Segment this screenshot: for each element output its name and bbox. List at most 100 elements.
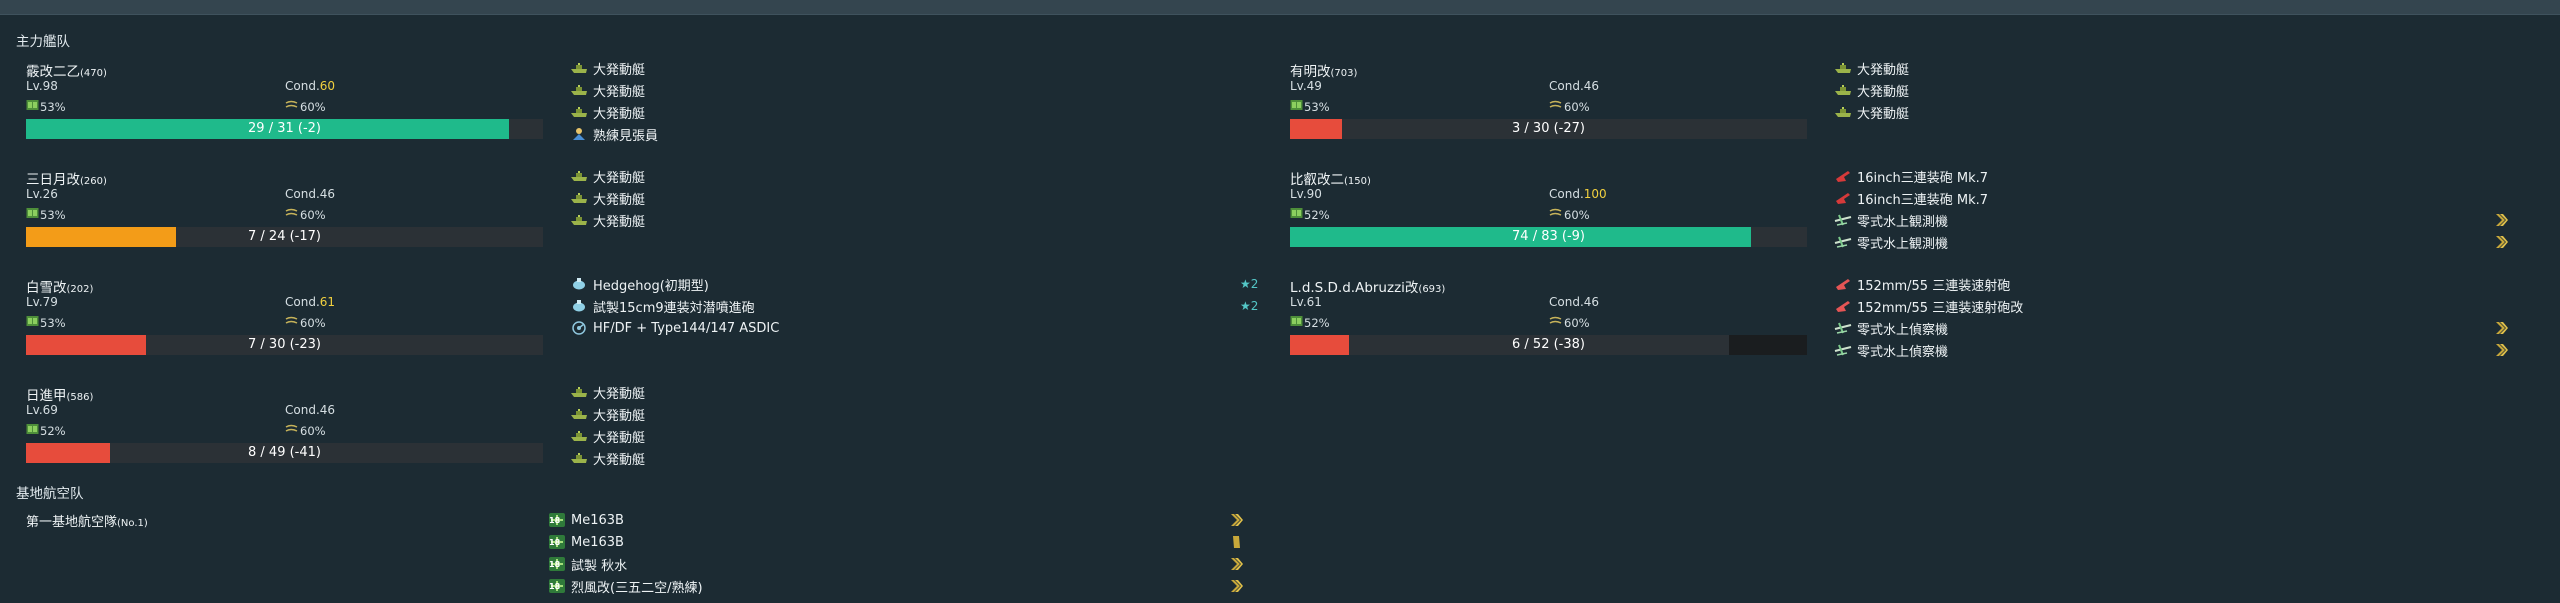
secondary-gun-icon — [1834, 299, 1852, 313]
land-fighter-icon: 18 — [548, 557, 566, 571]
equipment-slot[interactable]: 大発動艇 — [570, 426, 645, 446]
landing-craft-icon — [1834, 83, 1852, 97]
cond-value: 46 — [1583, 295, 1600, 309]
air-base-squadron[interactable]: 18 烈風改(三五二空/熟練) — [548, 576, 703, 596]
cond-label: Cond. — [1549, 295, 1584, 309]
fuel-status: 53% — [26, 315, 66, 330]
equipment-name: 零式水上観測機 — [1857, 214, 1949, 230]
landing-craft-icon — [570, 407, 588, 421]
equipment-slot[interactable]: 152mm/55 三連装速射砲 — [1834, 274, 2010, 294]
fuel-status: 53% — [26, 207, 66, 222]
ship-name-text: 白雪改 — [26, 280, 67, 296]
equipment-slot[interactable]: 零式水上偵察機 — [1834, 318, 1948, 338]
air-base-squadron[interactable]: 18 Me163B — [548, 510, 624, 530]
hp-bar: 7 / 24 (-17) — [26, 227, 543, 247]
equipment-slot[interactable]: 大発動艇 — [570, 448, 645, 468]
equipment-name: 烈風改(三五二空/熟練) — [571, 580, 703, 596]
fuel-status: 53% — [26, 99, 66, 114]
proficiency-chevron-icon — [1229, 535, 1243, 549]
ship-name[interactable]: 霰改二乙(470) — [26, 60, 107, 80]
ammo-status: 60% — [1549, 207, 1590, 222]
ship-level: Lv.69 — [26, 403, 58, 417]
fuel-icon — [26, 99, 39, 114]
ship-card: 霰改二乙(470) Lv.98 Cond.60 53% 60% 29 / 31 (-2) — [26, 60, 556, 155]
equipment-slot[interactable]: 大発動艇 — [1834, 58, 1909, 78]
ammo-status: 60% — [285, 423, 326, 438]
ship-condition: Cond.46 — [1549, 295, 1599, 309]
equipment-slot[interactable]: 大発動艇 — [570, 404, 645, 424]
air-base-squadron[interactable]: 18 Me163B — [548, 532, 624, 552]
equipment-slot[interactable]: 零式水上観測機 — [1834, 210, 1948, 230]
air-base-name[interactable]: 第一基地航空隊(No.1) — [26, 511, 148, 530]
equipment-slot[interactable]: 大発動艇 — [1834, 102, 1909, 122]
cond-value: 46 — [319, 187, 336, 201]
equipment-slot[interactable]: 大発動艇 — [570, 210, 645, 230]
squadron-count: 18 — [549, 516, 561, 525]
main-gun-icon — [1834, 191, 1852, 205]
ammo-icon — [1549, 315, 1562, 330]
cond-label: Cond. — [1549, 187, 1584, 201]
ship-name[interactable]: 有明改(703) — [1290, 60, 1357, 80]
equipment-slot[interactable]: Hedgehog(初期型) — [570, 274, 709, 294]
ship-card: L.d.S.D.d.Abruzzi改(693) Lv.61 Cond.46 52% 60… — [1290, 276, 1820, 371]
equipment-slot[interactable]: 16inch三連装砲 Mk.7 — [1834, 166, 1988, 186]
equipment-slot[interactable]: 零式水上偵察機 — [1834, 340, 1948, 360]
ammo-status: 60% — [285, 207, 326, 222]
equipment-slot[interactable]: 零式水上観測機 — [1834, 232, 1948, 252]
ammo-value: 60% — [1564, 207, 1590, 222]
cond-label: Cond. — [1549, 79, 1584, 93]
ship-name[interactable]: 日進甲(586) — [26, 384, 93, 404]
ship-id: (470) — [80, 68, 107, 79]
equipment-slot[interactable]: 試製15cm9連装対潜噴進砲 — [570, 296, 755, 316]
equipment-slot[interactable]: HF/DF + Type144/147 ASDIC — [570, 318, 779, 338]
seaplane-icon — [1834, 343, 1852, 357]
equipment-slot[interactable]: 大発動艇 — [570, 102, 645, 122]
equipment-name: HF/DF + Type144/147 ASDIC — [593, 320, 780, 336]
hp-text: 7 / 30 (-23) — [248, 337, 321, 352]
fuel-value: 53% — [40, 207, 66, 222]
hp-bar: 74 / 83 (-9) — [1290, 227, 1807, 247]
ship-level: Lv.49 — [1290, 79, 1322, 93]
ship-condition: Cond.61 — [285, 295, 335, 309]
equipment-slot[interactable]: 大発動艇 — [570, 80, 645, 100]
ship-card: 比叡改二(150) Lv.90 Cond.100 52% 60% 74 / 83 (-9) — [1290, 168, 1820, 263]
ship-name[interactable]: 三日月改(260) — [26, 168, 107, 188]
fuel-value: 53% — [1304, 99, 1330, 114]
equipment-name: 大発動艇 — [593, 452, 646, 468]
equipment-slot[interactable]: 16inch三連装砲 Mk.7 — [1834, 188, 1988, 208]
ship-name[interactable]: 白雪改(202) — [26, 276, 93, 296]
equipment-slot[interactable]: 大発動艇 — [570, 188, 645, 208]
hp-text: 74 / 83 (-9) — [1512, 229, 1585, 244]
proficiency-chevron-icon — [2494, 213, 2508, 227]
ship-id: (703) — [1330, 68, 1358, 79]
improvement-level: ★2 — [1240, 277, 1259, 291]
hp-text: 29 / 31 (-2) — [248, 121, 321, 136]
equipment-slot[interactable]: 熟練見張員 — [570, 124, 658, 144]
ammo-status: 60% — [1549, 99, 1590, 114]
equipment-slot[interactable]: 大発動艇 — [1834, 80, 1909, 100]
ammo-status: 60% — [1549, 315, 1590, 330]
ship-name-text: 日進甲 — [26, 388, 67, 404]
equipment-name: 大発動艇 — [593, 386, 646, 402]
equipment-slot[interactable]: 152mm/55 三連装速射砲改 — [1834, 296, 2023, 316]
fuel-icon — [1290, 315, 1303, 330]
top-bar — [0, 0, 2560, 15]
air-base-squadron[interactable]: 18 試製 秋水 — [548, 554, 627, 574]
ammo-icon — [285, 423, 298, 438]
fuel-value: 52% — [40, 423, 66, 438]
land-fighter-icon: 18 — [548, 579, 566, 593]
ship-name[interactable]: 比叡改二(150) — [1290, 168, 1371, 188]
equipment-slot[interactable]: 大発動艇 — [570, 382, 645, 402]
cond-value: 46 — [1583, 79, 1600, 93]
ship-card: 有明改(703) Lv.49 Cond.46 53% 60% 3 / 30 (-27) — [1290, 60, 1820, 155]
equipment-slot[interactable]: 大発動艇 — [570, 166, 645, 186]
landing-craft-icon — [570, 451, 588, 465]
ship-name-text: 比叡改二 — [1290, 172, 1344, 188]
equipment-name: Hedgehog(初期型) — [593, 278, 709, 294]
landing-craft-icon — [570, 191, 588, 205]
landing-craft-icon — [570, 385, 588, 399]
landing-craft-icon — [570, 61, 588, 75]
ship-name[interactable]: L.d.S.D.d.Abruzzi改(693) — [1290, 276, 1445, 296]
ammo-value: 60% — [300, 207, 326, 222]
equipment-slot[interactable]: 大発動艇 — [570, 58, 645, 78]
